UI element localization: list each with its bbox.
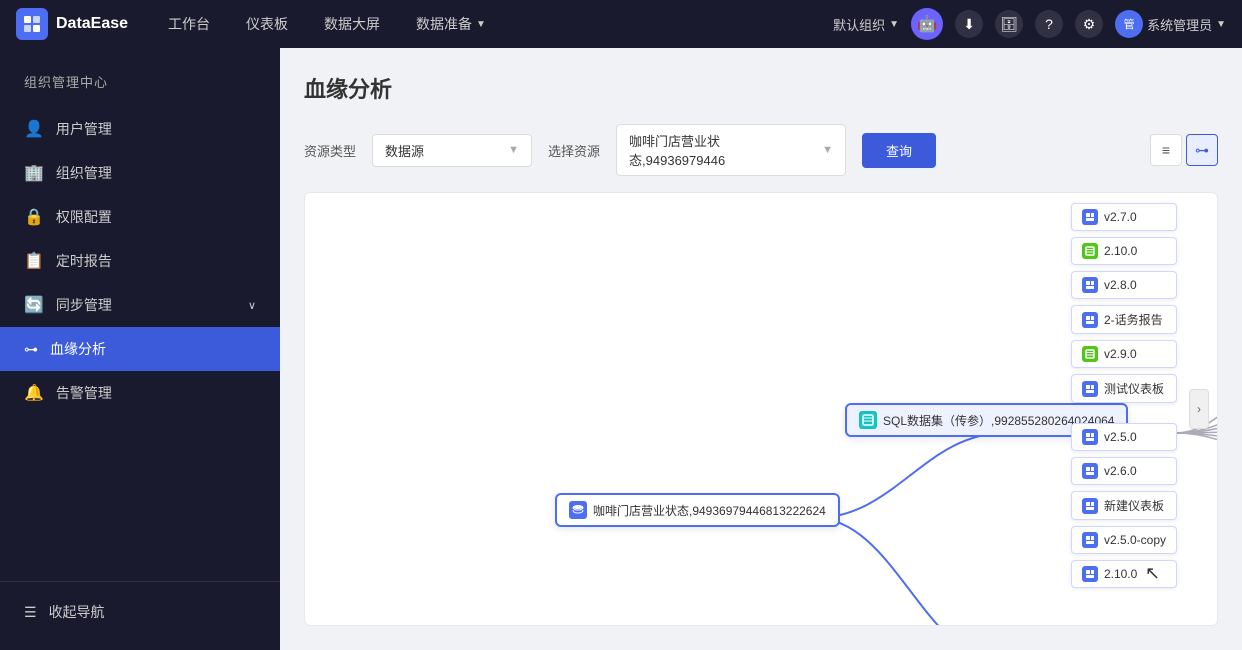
org-icon: 🏢 <box>24 163 44 183</box>
source-type-select[interactable]: 数据源 ▼ <box>372 134 532 167</box>
sidebar-item-org-mgmt[interactable]: 🏢 组织管理 <box>0 151 280 195</box>
nav-dashboard[interactable]: 仪表板 <box>230 8 304 40</box>
sidebar: 组织管理中心 👤 用户管理 🏢 组织管理 🔒 权限配置 📋 定时报告 🔄 同步管… <box>0 48 280 650</box>
dataset-icon-2 <box>1082 346 1098 362</box>
main-datasource-node[interactable]: 咖啡门店营业状态,94936979446813222624 <box>555 493 840 527</box>
lineage-icon: ⊶ <box>24 341 38 358</box>
sidebar-item-user-mgmt[interactable]: 👤 用户管理 <box>0 107 280 151</box>
dashboard-icon-8 <box>1082 532 1098 548</box>
main-layout: 组织管理中心 👤 用户管理 🏢 组织管理 🔒 权限配置 📋 定时报告 🔄 同步管… <box>0 48 1242 650</box>
dashboard-icon <box>1082 209 1098 225</box>
dashboard-icon-3 <box>1082 312 1098 328</box>
graph-view-btn[interactable]: ⊶ <box>1186 134 1218 166</box>
sidebar-bottom: ☰ 收起导航 <box>0 581 280 634</box>
dashboard-icon-4 <box>1082 381 1098 397</box>
nav-datascreen[interactable]: 数据大屏 <box>308 8 396 40</box>
sidebar-item-alert-mgmt[interactable]: 🔔 告警管理 <box>0 371 280 415</box>
collapse-icon: ☰ <box>24 604 37 621</box>
org-selector[interactable]: 默认组织 ▼ <box>833 15 899 34</box>
chevron-down-icon: ∨ <box>248 299 256 312</box>
dataset-icon <box>1082 243 1098 259</box>
top-navigation: DataEase 工作台 仪表板 数据大屏 数据准备 ▼ 默认组织 ▼ 🤖 ⬇ … <box>0 0 1242 48</box>
sync-icon: 🔄 <box>24 295 44 315</box>
right-node-8[interactable]: 新建仪表板 <box>1071 491 1177 520</box>
page-title: 血缘分析 <box>304 72 1218 104</box>
chevron-down-icon: ▼ <box>822 144 833 156</box>
dashboard-icon-5 <box>1082 429 1098 445</box>
storage-icon[interactable]: 🗄 <box>995 10 1023 38</box>
graph-collapse-btn[interactable]: › <box>1189 389 1209 429</box>
dashboard-icon-6 <box>1082 463 1098 479</box>
resource-select[interactable]: 咖啡门店营业状态,94936979446 ▼ <box>616 124 846 176</box>
nav-items: 工作台 仪表板 数据大屏 数据准备 ▼ <box>152 8 833 40</box>
sidebar-title: 组织管理中心 <box>0 64 280 107</box>
content-area: 血缘分析 资源类型 数据源 ▼ 选择资源 咖啡门店营业状态,9493697944… <box>280 48 1242 650</box>
avatar: 管 <box>1115 10 1143 38</box>
sidebar-item-perm-config[interactable]: 🔒 权限配置 <box>0 195 280 239</box>
datasource-icon <box>569 501 587 519</box>
source-type-label: 资源类型 <box>304 141 356 160</box>
select-resource-label: 选择资源 <box>548 141 600 160</box>
right-node-5[interactable]: 测试仪表板 <box>1071 374 1177 403</box>
right-node-0[interactable]: v2.7.0 <box>1071 203 1177 231</box>
chevron-down-icon: ▼ <box>1216 19 1226 30</box>
nav-dataprep[interactable]: 数据准备 ▼ <box>400 8 502 40</box>
right-node-4[interactable]: v2.9.0 <box>1071 340 1177 368</box>
robot-icon[interactable]: 🤖 <box>911 8 943 40</box>
right-nodes: v2.7.0 2.10.0 v2.8.0 <box>1071 203 1177 588</box>
dashboard-icon-2 <box>1082 277 1098 293</box>
right-node-10[interactable]: 2.10.0 <box>1071 560 1177 588</box>
right-node-7[interactable]: v2.6.0 <box>1071 457 1177 485</box>
node-group-spacer <box>1071 409 1177 417</box>
dashboard-icon-9 <box>1082 566 1098 582</box>
chevron-down-icon: ▼ <box>476 19 486 30</box>
chevron-down-icon: ▼ <box>508 144 519 156</box>
logo-icon <box>16 8 48 40</box>
main-node-label: 咖啡门店营业状态,94936979446813222624 <box>593 502 826 519</box>
sql-dataset-icon <box>859 411 877 429</box>
query-button[interactable]: 查询 <box>862 133 936 168</box>
sidebar-item-lineage[interactable]: ⊶ 血缘分析 <box>0 327 280 371</box>
list-view-btn[interactable]: ≡ <box>1150 134 1182 166</box>
sidebar-item-sync-mgmt[interactable]: 🔄 同步管理 ∨ <box>0 283 280 327</box>
right-node-3[interactable]: 2-话务报告 <box>1071 305 1177 334</box>
app-name: DataEase <box>56 15 128 33</box>
right-node-6[interactable]: v2.5.0 <box>1071 423 1177 451</box>
user-menu[interactable]: 管 系统管理员 ▼ <box>1115 10 1226 38</box>
nav-workbench[interactable]: 工作台 <box>152 8 226 40</box>
graph-area: 咖啡门店营业状态,94936979446813222624 SQL数据集（传参）… <box>304 192 1218 626</box>
filter-bar: 资源类型 数据源 ▼ 选择资源 咖啡门店营业状态,94936979446 ▼ 查… <box>304 124 1218 176</box>
right-node-9[interactable]: v2.5.0-copy <box>1071 526 1177 554</box>
lock-icon: 🔒 <box>24 207 44 227</box>
collapse-nav-btn[interactable]: ☰ 收起导航 <box>0 590 280 634</box>
logo-area[interactable]: DataEase <box>16 8 128 40</box>
download-icon[interactable]: ⬇ <box>955 10 983 38</box>
settings-icon[interactable]: ⚙ <box>1075 10 1103 38</box>
user-icon: 👤 <box>24 119 44 139</box>
view-buttons: ≡ ⊶ <box>1150 134 1218 166</box>
nav-right: 默认组织 ▼ 🤖 ⬇ 🗄 ? ⚙ 管 系统管理员 ▼ <box>833 8 1226 40</box>
right-node-1[interactable]: 2.10.0 <box>1071 237 1177 265</box>
right-node-2[interactable]: v2.8.0 <box>1071 271 1177 299</box>
report-icon: 📋 <box>24 251 44 271</box>
alert-icon: 🔔 <box>24 383 44 403</box>
dashboard-icon-7 <box>1082 498 1098 514</box>
help-icon[interactable]: ? <box>1035 10 1063 38</box>
sidebar-item-scheduled-report[interactable]: 📋 定时报告 <box>0 239 280 283</box>
chevron-down-icon: ▼ <box>889 19 899 30</box>
